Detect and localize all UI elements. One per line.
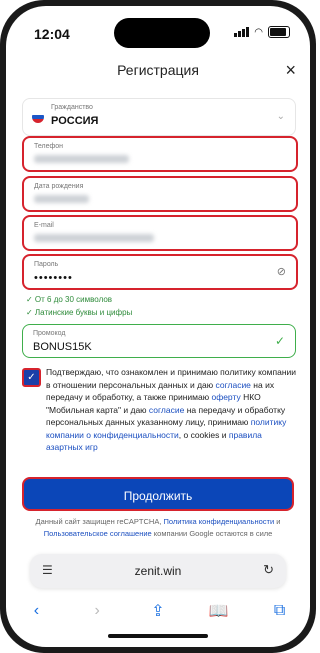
forward-icon[interactable]: › — [82, 602, 112, 620]
tabs-icon[interactable]: ⧉ — [265, 602, 295, 620]
back-icon[interactable]: ‹ — [21, 602, 51, 620]
close-icon[interactable]: × — [285, 60, 296, 81]
password-value: •••••••• — [34, 272, 73, 284]
email-label: E-mail — [34, 222, 54, 229]
eye-off-icon[interactable]: ⊘ — [277, 265, 286, 278]
promo-field[interactable]: Промокод BONUS15K ✓ — [22, 324, 296, 358]
birthdate-value-redacted — [34, 195, 89, 203]
phone-value-redacted — [34, 155, 129, 163]
citizenship-value: РОССИЯ — [51, 115, 99, 127]
captcha-text: Данный сайт защищен reCAPTCHA, — [35, 517, 164, 526]
password-hint-length: ✓ От 6 до 30 символов — [26, 295, 113, 304]
consent-text: Подтверждаю, что ознакомлен и принимаю п… — [46, 366, 296, 454]
recaptcha-notice: Данный сайт защищен reCAPTCHA, Политика … — [22, 516, 294, 540]
offer-link[interactable]: оферту — [211, 392, 240, 402]
consent-link[interactable]: согласие — [216, 380, 251, 390]
captcha-terms-link[interactable]: Пользовательское соглашение — [44, 529, 152, 538]
phone-field[interactable]: Телефон — [22, 136, 298, 172]
reload-icon[interactable]: ↻ — [263, 562, 274, 578]
promo-label: Промокод — [33, 330, 66, 337]
password-field[interactable]: Пароль •••••••• ⊘ — [22, 254, 298, 290]
citizenship-select[interactable]: Гражданство РОССИЯ ⌄ — [22, 98, 296, 136]
captcha-privacy-link[interactable]: Политика конфиденциальности — [164, 517, 275, 526]
status-time: 12:04 — [34, 26, 70, 42]
page-title: Регистрация — [117, 62, 199, 78]
status-icons: ◠ — [234, 26, 290, 38]
home-indicator — [108, 634, 208, 638]
password-hint-chars: ✓ Латинские буквы и цифры — [26, 308, 133, 317]
captcha-text: и — [274, 517, 281, 526]
browser-toolbar: ‹ › ⇪ 📖 ⧉ — [6, 596, 310, 626]
signal-icon — [234, 27, 250, 37]
consent-text-part: , о cookies и — [178, 429, 229, 440]
dynamic-island — [114, 18, 210, 48]
password-label: Пароль — [34, 261, 59, 268]
screen: 12:04 ◠ Регистрация × Гражданство РОССИЯ… — [6, 6, 310, 647]
phone-label: Телефон — [34, 143, 64, 150]
phone-frame: 12:04 ◠ Регистрация × Гражданство РОССИЯ… — [0, 0, 316, 653]
check-icon: ✓ — [274, 334, 285, 348]
modal-header: Регистрация × — [6, 56, 310, 86]
captcha-text: компании Google остаются в силе — [151, 529, 273, 538]
url-text[interactable]: zenit.win — [30, 564, 286, 578]
email-field[interactable]: E-mail — [22, 215, 298, 251]
citizenship-label: Гражданство — [51, 104, 93, 111]
birthdate-label: Дата рождения — [34, 183, 84, 190]
address-bar[interactable]: ☰ zenit.win ↻ — [30, 554, 286, 588]
consent-checkbox[interactable]: ✓ — [22, 368, 41, 387]
bookmarks-icon[interactable]: 📖 — [204, 601, 234, 621]
share-icon[interactable]: ⇪ — [143, 601, 173, 621]
russia-flag-icon — [32, 111, 44, 123]
consent-transfer-link[interactable]: согласие — [149, 405, 184, 415]
battery-icon — [268, 26, 290, 38]
chevron-down-icon: ⌄ — [276, 111, 285, 122]
continue-button[interactable]: Продолжить — [22, 477, 294, 511]
wifi-icon: ◠ — [254, 26, 263, 38]
email-value-redacted — [34, 234, 154, 242]
promo-value: BONUS15K — [33, 341, 92, 353]
birthdate-field[interactable]: Дата рождения — [22, 176, 298, 212]
